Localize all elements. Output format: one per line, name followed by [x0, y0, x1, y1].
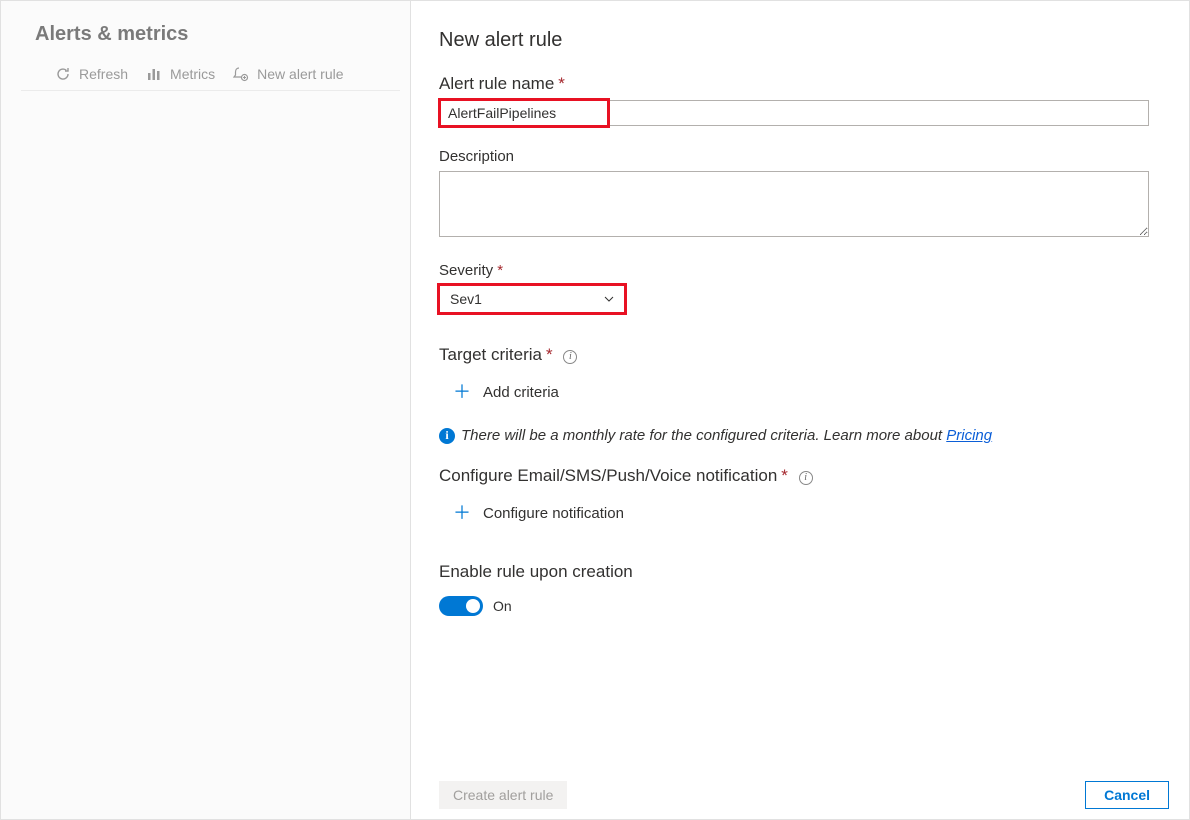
- refresh-button[interactable]: Refresh: [55, 66, 128, 82]
- add-criteria-button[interactable]: ＋ Add criteria: [453, 383, 559, 401]
- plus-icon: ＋: [453, 504, 471, 522]
- left-panel-title: Alerts & metrics: [1, 11, 410, 60]
- refresh-label: Refresh: [79, 66, 128, 82]
- left-panel: Alerts & metrics Refresh: [1, 1, 411, 819]
- add-criteria-label: Add criteria: [483, 384, 559, 401]
- target-criteria-label: Target criteria* i: [439, 345, 1149, 365]
- alert-name-label: Alert rule name*: [439, 74, 1149, 94]
- app-root: Alerts & metrics Refresh: [0, 0, 1190, 820]
- main-panel: New alert rule Alert rule name* Descript…: [411, 1, 1189, 819]
- metrics-button[interactable]: Metrics: [146, 66, 215, 82]
- metrics-label: Metrics: [170, 66, 215, 82]
- pricing-info: i There will be a monthly rate for the c…: [439, 427, 1149, 444]
- configure-notification-label: Configure notification: [483, 505, 624, 522]
- severity-label: Severity*: [439, 262, 1149, 279]
- new-alert-rule-button[interactable]: New alert rule: [233, 66, 343, 82]
- description-input[interactable]: [439, 171, 1149, 237]
- create-alert-rule-button[interactable]: Create alert rule: [439, 781, 567, 809]
- pricing-link[interactable]: Pricing: [946, 427, 992, 444]
- alert-add-icon: [233, 66, 249, 82]
- footer-bar: Create alert rule Cancel: [411, 771, 1189, 819]
- required-asterisk: *: [546, 345, 553, 364]
- cancel-button[interactable]: Cancel: [1085, 781, 1169, 809]
- enable-rule-toggle[interactable]: [439, 596, 483, 616]
- description-label: Description: [439, 148, 1149, 165]
- configure-notification-button[interactable]: ＋ Configure notification: [453, 504, 624, 522]
- info-icon[interactable]: i: [799, 471, 813, 485]
- severity-value: Sev1: [450, 291, 482, 307]
- refresh-icon: [55, 66, 71, 82]
- required-asterisk: *: [558, 74, 565, 93]
- new-alert-rule-label: New alert rule: [257, 66, 343, 82]
- info-filled-icon: i: [439, 428, 455, 444]
- severity-select[interactable]: Sev1: [439, 285, 625, 313]
- toggle-knob: [466, 599, 480, 613]
- required-asterisk: *: [781, 466, 788, 485]
- enable-rule-label: Enable rule upon creation: [439, 562, 1149, 582]
- required-asterisk: *: [497, 262, 503, 279]
- info-icon[interactable]: i: [563, 350, 577, 364]
- pricing-info-text: There will be a monthly rate for the con…: [461, 427, 946, 444]
- left-toolbar: Refresh Metrics: [21, 60, 400, 91]
- notification-label: Configure Email/SMS/Push/Voice notificat…: [439, 466, 1149, 486]
- bar-chart-icon: [146, 66, 162, 82]
- toggle-state-label: On: [493, 598, 512, 614]
- plus-icon: ＋: [453, 383, 471, 401]
- page-title: New alert rule: [439, 29, 1149, 52]
- alert-name-input[interactable]: [439, 100, 1149, 126]
